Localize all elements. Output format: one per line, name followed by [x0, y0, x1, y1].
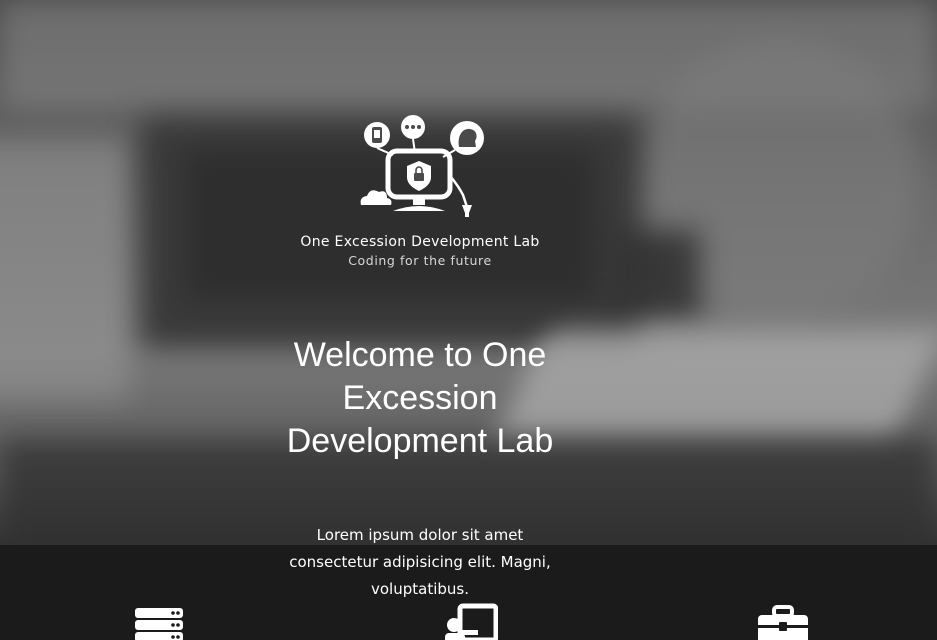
- background-blur: [0, 140, 130, 400]
- computer-lock-logo: [360, 115, 484, 217]
- brand-tagline: Coding for the future: [348, 253, 492, 268]
- brand-name: One Excession Development Lab: [300, 234, 540, 250]
- hero-lead-text: Lorem ipsum dolor sit amet consectetur a…: [289, 526, 551, 598]
- presenter-board-icon: [445, 603, 498, 640]
- server-icon: [135, 608, 183, 640]
- hero-heading: Welcome to One Excession Development Lab: [286, 336, 554, 460]
- briefcase-icon: [758, 605, 808, 640]
- background-blur: [620, 230, 700, 320]
